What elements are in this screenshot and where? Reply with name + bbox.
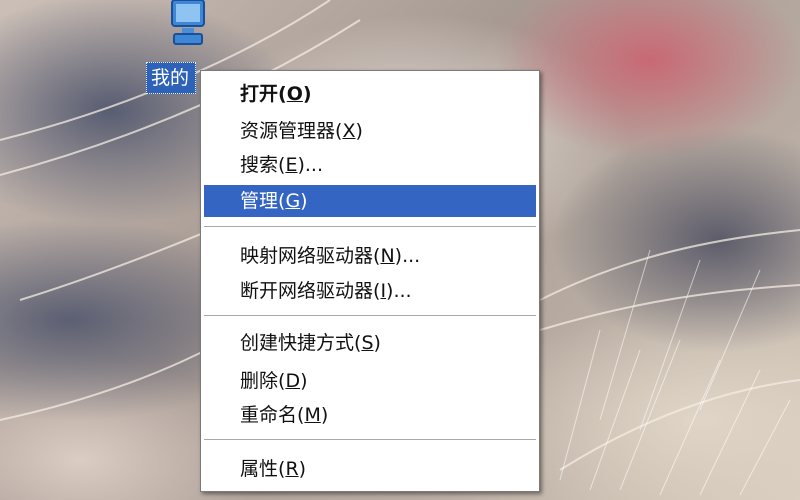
menu-item-search[interactable]: 搜索(E)... bbox=[204, 149, 536, 181]
menu-item-map-network-drive[interactable]: 映射网络驱动器(N)... bbox=[204, 240, 536, 272]
menu-item-properties[interactable]: 属性(R) bbox=[204, 453, 536, 485]
context-menu: 打开(O) 资源管理器(X) 搜索(E)... 管理(G) 映射网络驱动器(N)… bbox=[200, 70, 540, 492]
menu-separator bbox=[204, 439, 536, 441]
menu-item-rename[interactable]: 重命名(M) bbox=[204, 399, 536, 431]
menu-item-delete[interactable]: 删除(D) bbox=[204, 365, 536, 397]
menu-item-manage[interactable]: 管理(G) bbox=[204, 185, 536, 217]
menu-item-label: 打开 bbox=[240, 83, 279, 105]
menu-separator bbox=[204, 315, 536, 317]
menu-item-label: 属性 bbox=[240, 458, 279, 480]
desktop-icon-label: 我的 bbox=[146, 62, 197, 94]
menu-item-label: 资源管理器 bbox=[240, 120, 336, 142]
menu-separator bbox=[204, 226, 536, 228]
menu-item-label: 断开网络驱动器 bbox=[240, 280, 374, 302]
menu-item-label: 创建快捷方式 bbox=[240, 332, 355, 354]
menu-item-label: 映射网络驱动器 bbox=[240, 245, 374, 267]
menu-item-explorer[interactable]: 资源管理器(X) bbox=[204, 115, 536, 147]
menu-item-open[interactable]: 打开(O) bbox=[204, 78, 536, 110]
my-computer-icon bbox=[171, 0, 205, 45]
menu-item-label: 重命名 bbox=[240, 404, 298, 426]
menu-item-label: 管理 bbox=[240, 190, 279, 212]
menu-item-disconnect-network-drive[interactable]: 断开网络驱动器(I)... bbox=[204, 275, 536, 307]
menu-item-label: 搜索 bbox=[240, 154, 279, 176]
menu-item-create-shortcut[interactable]: 创建快捷方式(S) bbox=[204, 327, 536, 359]
menu-item-label: 删除 bbox=[240, 370, 279, 392]
